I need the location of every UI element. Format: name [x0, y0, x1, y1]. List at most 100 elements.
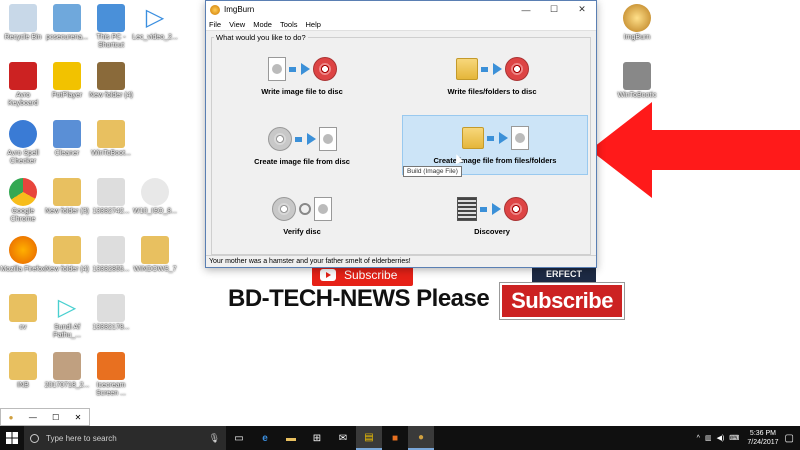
desktop-icon-lec-video[interactable]: ▷ Lec_video_2...	[132, 4, 178, 42]
usb-drive-icon	[623, 62, 651, 90]
calendar-icon: ▤	[364, 431, 374, 443]
desktop-icon-potplayer[interactable]: PotPlayer	[44, 62, 90, 100]
desktop-icon-file-1333285[interactable]: 13332855...	[88, 236, 134, 274]
folder-icon	[9, 352, 37, 380]
task-view-icon: ▭	[234, 432, 244, 444]
folder-icon	[461, 127, 484, 149]
notifications-icon[interactable]: ▢	[785, 433, 794, 444]
potplayer-icon	[53, 62, 81, 90]
minimize-icon[interactable]: —	[29, 413, 37, 422]
menu-file[interactable]: File	[209, 20, 221, 29]
task-icons	[212, 125, 392, 153]
channel-banner: BD-TECH-NEWS Please	[228, 285, 490, 312]
folder-icon	[141, 236, 169, 264]
imgburn-window: ImgBurn — ☐ ✕ File View Mode Tools Help …	[205, 0, 597, 268]
menu-tools[interactable]: Tools	[280, 20, 298, 29]
search-placeholder: Type here to search	[46, 433, 117, 443]
menu-view[interactable]: View	[229, 20, 245, 29]
folder-icon: ▬	[286, 432, 296, 444]
network-icon[interactable]: ▥	[705, 434, 712, 442]
desktop-icon-cv[interactable]: cv	[0, 294, 46, 332]
desktop-icon-wintobootic[interactable]: WinToBootic	[614, 62, 660, 100]
microphone-icon[interactable]: 🎙	[209, 433, 220, 444]
store-button[interactable]: ⊞	[304, 426, 330, 450]
taskbar: Type here to search 🎙 ▭ e ▬ ⊞ ✉ ▤ ■ ● ^ …	[0, 426, 800, 450]
desktop-icon-file-1333217[interactable]: 13332178...	[88, 294, 134, 332]
desktop-icon-new-folder-4b[interactable]: New folder (4)	[44, 236, 90, 274]
desktop-icon-inb[interactable]: INB	[0, 352, 46, 390]
edge-icon: e	[262, 432, 268, 444]
desktop-icon-wintoboot[interactable]: WinToBoot...	[88, 120, 134, 158]
desktop-icon-firefox[interactable]: Mozilla Firefox	[0, 236, 46, 274]
task-create-image-from-disc[interactable]: Create image file from disc	[212, 121, 392, 175]
desktop-icon-icecream[interactable]: Icecream Screen ...	[88, 352, 134, 398]
imgburn-taskbar-button[interactable]: ●	[408, 426, 434, 450]
start-button[interactable]	[0, 426, 24, 450]
desktop-icon-windows7[interactable]: WINDOWS_7	[132, 236, 178, 274]
keyboard-icon[interactable]: ⌨	[729, 434, 739, 442]
desktop-icon-w10-iso[interactable]: W10_ISO_8...	[132, 178, 178, 216]
desktop-icon-avro-keyboard[interactable]: Avro Keyboard	[0, 62, 46, 108]
arrow-right-icon	[306, 133, 316, 145]
folder-icon	[97, 120, 125, 148]
mp3-play-icon: ▷	[57, 294, 77, 321]
edge-button[interactable]: e	[252, 426, 278, 450]
task-icons	[212, 195, 392, 223]
arrow-right-icon	[498, 132, 508, 144]
taskbar-search[interactable]: Type here to search 🎙	[24, 426, 226, 450]
close-icon[interactable]: ✕	[75, 413, 82, 422]
cleaner-icon	[53, 120, 81, 148]
image-file-icon	[267, 57, 286, 81]
desktop-icon-photo-20170718[interactable]: 20170718_2...	[44, 352, 90, 390]
app-icon: ●	[8, 412, 14, 422]
minimize-button[interactable]: —	[512, 5, 540, 15]
task-write-files-to-disc[interactable]: Write files/folders to disc	[402, 51, 582, 105]
task-discovery[interactable]: Discovery	[402, 191, 582, 245]
desktop-icon-sundi[interactable]: ▷ Sundi Af Pathu_...	[44, 294, 90, 340]
imgburn-icon: ●	[417, 431, 425, 443]
volume-icon[interactable]: ◀)	[717, 434, 725, 442]
desktop-icon-new-folder-4a[interactable]: New folder (4)	[88, 62, 134, 100]
desktop-icon-chrome[interactable]: Google Chrome	[0, 178, 46, 224]
desktop-icon-imgburn[interactable]: ImgBurn	[614, 4, 660, 42]
folder-icon	[53, 178, 81, 206]
task-icons	[402, 195, 582, 223]
task-label: Write image file to disc	[261, 87, 343, 96]
desktop-icon-recycle-bin[interactable]: Recycle Bin	[0, 4, 46, 42]
maximize-button[interactable]: ☐	[540, 4, 568, 15]
menu-help[interactable]: Help	[306, 20, 321, 29]
clock-time: 5:36 PM	[749, 430, 776, 437]
minimized-window[interactable]: ● — ☐ ✕	[0, 408, 90, 426]
clock[interactable]: 5:36 PM 7/24/2017	[747, 429, 778, 447]
maximize-icon[interactable]: ☐	[52, 413, 59, 422]
image-file-icon	[318, 127, 337, 151]
desktop-icon-this-pc[interactable]: This PC - Shortcut	[88, 4, 134, 50]
close-button[interactable]: ✕	[568, 4, 596, 15]
task-verify-disc[interactable]: Verify disc	[212, 191, 392, 245]
title-bar[interactable]: ImgBurn — ☐ ✕	[206, 1, 596, 18]
calendar-button[interactable]: ▤	[356, 426, 382, 450]
desktop-icon-cleaner[interactable]: Cleaner	[44, 120, 90, 158]
disc-icon	[272, 197, 296, 221]
icecream-button[interactable]: ■	[382, 426, 408, 450]
mail-button[interactable]: ✉	[330, 426, 356, 450]
disc-icon	[267, 127, 292, 151]
photo-icon	[53, 352, 81, 380]
desktop-icon-file-1333274[interactable]: 13332742...	[88, 178, 134, 216]
disc-red-icon	[504, 57, 529, 81]
chevron-up-icon[interactable]: ^	[697, 435, 700, 442]
desktop-icon-new-folder-3[interactable]: New folder (3)	[44, 178, 90, 216]
file-explorer-button[interactable]: ▬	[278, 426, 304, 450]
system-tray: ^ ▥ ◀) ⌨ 5:36 PM 7/24/2017 ▢	[697, 429, 800, 447]
desktop-icon-pcsecurena[interactable]: pcsecurena...	[44, 4, 90, 42]
task-write-image-to-disc[interactable]: Write image file to disc	[212, 51, 392, 105]
task-icons	[402, 55, 582, 83]
menu-mode[interactable]: Mode	[253, 20, 272, 29]
arrow-stem-icon	[480, 66, 488, 72]
desktop-icon-avro-spell[interactable]: Avro Spell Checker	[0, 120, 46, 166]
task-view-button[interactable]: ▭	[226, 426, 252, 450]
subscribe-button-big[interactable]: Subscribe	[500, 283, 624, 319]
firefox-icon	[9, 236, 37, 264]
magnifier-icon	[299, 203, 311, 215]
task-label: Create image file from disc	[254, 157, 350, 166]
